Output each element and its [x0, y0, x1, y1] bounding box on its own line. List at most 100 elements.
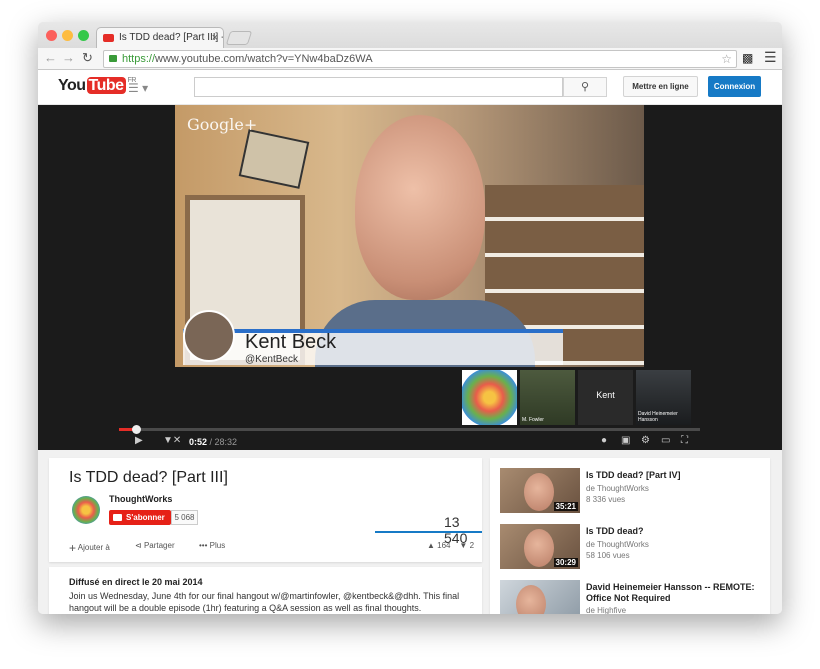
time-display: 0:52 / 28:32: [189, 437, 237, 447]
new-tab-button[interactable]: [225, 31, 253, 45]
recommendation-views: 8 336 vues: [586, 495, 626, 504]
add-to-button[interactable]: + Ajouter à: [69, 541, 110, 555]
youtube-favicon-icon: [103, 34, 114, 42]
like-bar: ▲ 164 ▼ 2: [427, 541, 474, 550]
speaker-head: [355, 115, 485, 300]
address-bar[interactable]: https://www.youtube.com/watch?v=YNw4baDz…: [103, 50, 737, 68]
logo-tube: Tube: [86, 77, 126, 94]
recommendation-channel: de ThoughtWorks: [586, 484, 649, 493]
channel-avatar[interactable]: [72, 496, 100, 524]
lower-third-banner: [183, 329, 563, 365]
scrubber-handle[interactable]: [132, 425, 141, 434]
share-button[interactable]: ⊲ Partager: [135, 541, 175, 550]
tab-bar: Is TDD dead? [Part III] - Yo ×: [38, 22, 782, 48]
recommendations-sidebar: 35:21 Is TDD dead? [Part IV] de ThoughtW…: [490, 458, 770, 614]
forward-arrow-icon[interactable]: →: [62, 50, 75, 65]
watch-content: Is TDD dead? [Part III] ThoughtWorks S'a…: [38, 450, 782, 614]
search-icon: ⚲: [580, 81, 590, 93]
video-frame[interactable]: Google+ Kent Beck @KentBeck: [175, 105, 644, 367]
google-plus-overlay: Google+: [187, 115, 258, 134]
captions-icon[interactable]: ▣: [621, 435, 630, 446]
browser-toolbar: ← → ↻ https://www.youtube.com/watch?v=YN…: [38, 48, 782, 70]
add-to-label: Ajouter à: [77, 543, 110, 553]
thumbs-down-icon: ▼: [459, 541, 468, 550]
participant-martin[interactable]: M. Fowler: [520, 370, 575, 425]
speaker-handle: @KentBeck: [245, 354, 298, 365]
recommendation-channel: de ThoughtWorks: [586, 540, 649, 549]
share-label: Partager: [143, 541, 175, 550]
minimize-window-button[interactable]: [62, 30, 73, 41]
participant-thoughtworks[interactable]: [462, 370, 517, 425]
background-clock: [238, 129, 310, 189]
dislike-button[interactable]: ▼ 2: [459, 541, 474, 550]
player-controls: ▶ ▼✕ 0:52 / 28:32 ● ▣ ⚙ ▭ ⛶: [119, 435, 700, 449]
recommendation-item[interactable]: David Heinemeier Hansson -- REMOTE: Offi…: [500, 580, 770, 614]
tab-title: Is TDD dead? [Part III] - Yo: [119, 32, 223, 43]
channel-name[interactable]: ThoughtWorks: [109, 494, 172, 504]
more-button[interactable]: ••• Plus: [199, 541, 225, 550]
duration: / 28:32: [209, 437, 238, 447]
description-heading: Diffusé en direct le 20 mai 2014: [69, 577, 203, 587]
recommendation-thumbnail[interactable]: [500, 580, 580, 614]
view-count-bar: [375, 531, 482, 533]
subscriber-count: 5 068: [171, 510, 198, 525]
mute-icon[interactable]: ▼✕: [163, 435, 181, 446]
recommendation-item[interactable]: 30:29 Is TDD dead? de ThoughtWorks 58 10…: [500, 524, 770, 576]
thumbs-up-icon: ▲: [427, 541, 435, 550]
description-text: Join us Wednesday, June 4th for our fina…: [69, 591, 460, 613]
lock-icon: [109, 55, 117, 62]
progress-bar[interactable]: [119, 428, 700, 431]
youtube-play-icon: [113, 514, 122, 521]
play-icon[interactable]: ▶: [135, 435, 143, 446]
subscribe-button[interactable]: S'abonner: [109, 510, 171, 525]
recommendation-thumbnail[interactable]: 30:29: [500, 524, 580, 569]
upload-button[interactable]: Mettre en ligne: [623, 76, 698, 97]
participant-kent-label: Kent: [596, 390, 615, 400]
participant-dhh-label: David Heinemeier Hansson: [638, 411, 678, 423]
recommendation-title[interactable]: Is TDD dead? [Part IV]: [586, 470, 766, 481]
recommendation-duration: 35:21: [553, 502, 578, 511]
bookmark-star-icon[interactable]: ☆: [721, 51, 732, 67]
hangout-participants: M. Fowler Kent David Heinemeier Hansson: [462, 370, 692, 426]
zoom-window-button[interactable]: [78, 30, 89, 41]
reload-icon[interactable]: ↻: [82, 50, 93, 66]
participant-martin-label: M. Fowler: [522, 417, 544, 423]
recommendation-item[interactable]: 35:21 Is TDD dead? [Part IV] de ThoughtW…: [500, 468, 770, 520]
recommendation-channel: de Highfive: [586, 606, 627, 614]
settings-gear-icon[interactable]: ⚙: [641, 435, 650, 446]
youtube-header: You Tube FR ☰ ▾ ⚲ Mettre en ligne Connexio…: [38, 70, 782, 105]
youtube-logo[interactable]: You Tube FR: [58, 77, 136, 95]
browser-tab[interactable]: Is TDD dead? [Part III] - Yo ×: [96, 27, 224, 48]
recommendation-duration: 30:29: [553, 558, 578, 567]
recommendation-thumbnail[interactable]: 35:21: [500, 468, 580, 513]
share-icon: ⊲: [135, 541, 142, 550]
more-dots-icon: •••: [199, 541, 208, 550]
close-window-button[interactable]: [46, 30, 57, 41]
participant-dhh[interactable]: David Heinemeier Hansson: [636, 370, 691, 425]
more-label: Plus: [209, 541, 226, 550]
guide-menu-icon[interactable]: ☰ ▾: [128, 81, 148, 95]
extension-icon[interactable]: ▩: [742, 51, 753, 65]
recommendation-title[interactable]: Is TDD dead?: [586, 526, 766, 537]
url-scheme: https://: [122, 53, 156, 65]
login-button[interactable]: Connexion: [708, 76, 761, 97]
video-player[interactable]: Google+ Kent Beck @KentBeck M. Fowler Ke…: [38, 105, 782, 450]
tab-close-icon[interactable]: ×: [212, 28, 218, 48]
url-path: www.youtube.com/watch?v=YNw4baDz6WA: [155, 53, 373, 65]
recommendation-title[interactable]: David Heinemeier Hansson -- REMOTE: Offi…: [586, 582, 766, 604]
annotations-icon[interactable]: ●: [601, 435, 607, 446]
back-arrow-icon[interactable]: ←: [44, 50, 57, 65]
search-button[interactable]: ⚲: [563, 77, 607, 97]
speaker-name: Kent Beck: [245, 331, 337, 353]
like-button[interactable]: ▲ 164: [427, 541, 451, 550]
speaker-avatar: [183, 310, 235, 362]
browser-menu-icon[interactable]: ☰: [764, 49, 777, 66]
theater-mode-icon[interactable]: ▭: [661, 435, 670, 446]
search-input[interactable]: [194, 77, 563, 97]
recommendation-views: 58 106 vues: [586, 551, 630, 560]
current-time: 0:52: [189, 437, 208, 447]
participant-kent[interactable]: Kent: [578, 370, 633, 425]
like-count: 164: [437, 541, 451, 550]
fullscreen-icon[interactable]: ⛶: [681, 435, 688, 446]
dislike-count: 2: [469, 541, 475, 550]
